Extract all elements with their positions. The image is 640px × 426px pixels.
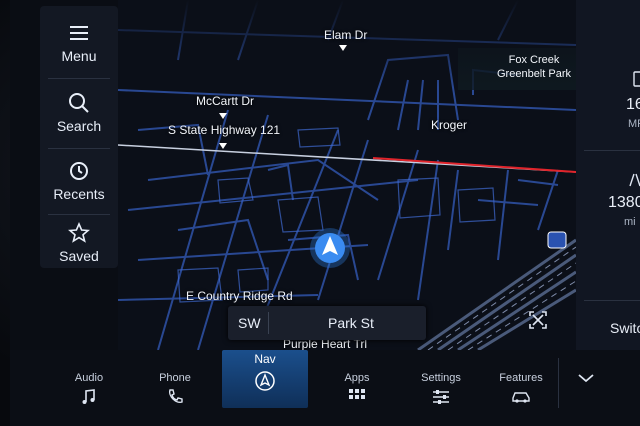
range-value: 1380.3 — [608, 194, 640, 211]
map-view[interactable]: Elam Dr McCartt Dr S State Highway 121 K… — [118, 0, 576, 350]
tab-apps[interactable]: Apps — [314, 362, 400, 422]
divider — [584, 300, 640, 301]
map-label-elam-dr: Elam Dr — [324, 28, 368, 42]
map-label-kroger: Kroger — [431, 118, 468, 132]
divider — [48, 148, 110, 149]
star-icon — [68, 221, 90, 243]
divider — [584, 150, 640, 151]
tab-nav[interactable]: Nav — [222, 350, 308, 408]
map-label-mccartt-dr: McCartt Dr — [196, 94, 254, 108]
fuel-icon — [633, 71, 640, 87]
tab-features[interactable]: Features — [478, 362, 564, 422]
range-icon — [629, 173, 640, 187]
sliders-icon — [433, 390, 449, 404]
search-icon — [69, 93, 89, 113]
tab-phone-label: Phone — [159, 372, 191, 384]
divider — [558, 358, 559, 408]
map-poi-fox-creek: Fox Creek Greenbelt Park — [494, 53, 574, 81]
search-label: Search — [56, 118, 102, 134]
infotainment-screen: Elam Dr McCartt Dr S State Highway 121 K… — [10, 0, 640, 426]
tab-audio-label: Audio — [74, 372, 104, 384]
saved-label: Saved — [59, 248, 99, 264]
menu-label: Menu — [61, 48, 97, 64]
tab-phone[interactable]: Phone — [132, 362, 218, 422]
car-icon — [512, 392, 530, 403]
recents-label: Recents — [53, 186, 105, 202]
switch-button[interactable]: Switch — [610, 320, 640, 336]
range-unit: mi — [624, 216, 636, 228]
fuel-economy-value: 16.2 — [626, 96, 640, 113]
hamburger-icon — [70, 26, 88, 40]
chevron-down-icon[interactable] — [576, 372, 596, 384]
search-button[interactable]: Search — [40, 82, 118, 146]
divider — [268, 312, 269, 334]
tab-settings[interactable]: Settings — [398, 362, 484, 422]
current-street-name: Park St — [328, 315, 374, 331]
nav-sidebar: Menu Search Recents Saved — [40, 6, 118, 268]
nav-arrow-icon — [255, 371, 275, 391]
menu-button[interactable]: Menu — [40, 12, 118, 76]
map-label-highway-121: S State Highway 121 — [168, 123, 281, 137]
tab-nav-label: Nav — [254, 352, 276, 366]
tab-audio[interactable]: Audio — [46, 362, 132, 422]
poi-line-1: Fox Creek — [508, 54, 560, 66]
recenter-button[interactable] — [522, 304, 554, 336]
bottom-nav-bar: Audio Phone Nav Apps Settings Features — [10, 350, 640, 426]
tab-features-label: Features — [499, 372, 543, 384]
recents-button[interactable]: Recents — [40, 150, 118, 214]
trip-info-panel: 16.2 MPG 1380.3 mi Switch — [576, 0, 640, 350]
music-note-icon — [82, 389, 95, 404]
tab-settings-label: Settings — [421, 372, 461, 384]
phone-icon — [169, 389, 183, 403]
fuel-economy-unit: MPG — [628, 118, 640, 130]
current-street-bar: SW Park St — [228, 306, 426, 340]
map-label-country-ridge: E Country Ridge Rd — [186, 289, 293, 303]
poi-line-2: Greenbelt Park — [497, 68, 571, 80]
history-icon — [70, 162, 88, 180]
grid-icon — [349, 389, 365, 399]
heading-direction: SW — [238, 315, 261, 331]
saved-button[interactable]: Saved — [40, 212, 118, 276]
tab-apps-label: Apps — [344, 372, 370, 384]
divider — [48, 78, 110, 79]
